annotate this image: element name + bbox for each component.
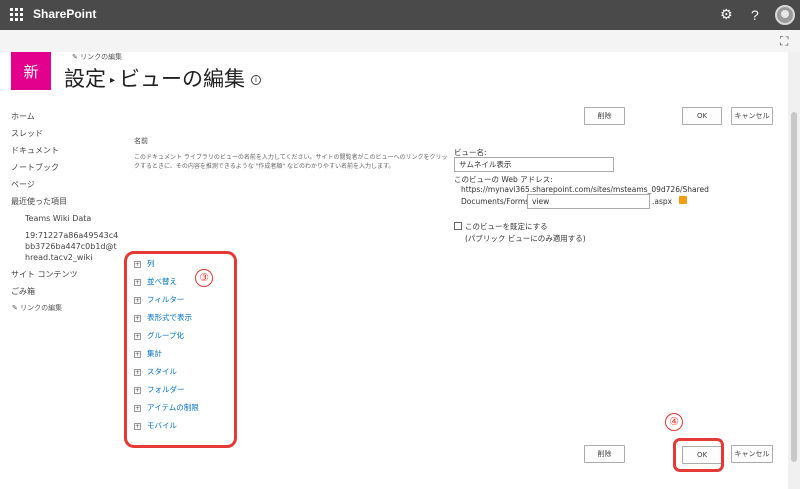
rss-icon[interactable]: [679, 196, 687, 204]
breadcrumb-separator-icon: ▸: [110, 74, 116, 86]
name-section-description: このドキュメント ライブラリのビューの名前を入力してください。サイトの閲覧者がこ…: [134, 154, 448, 170]
breadcrumb-current: ビューの編集: [119, 67, 246, 91]
annotation-step3: ③: [195, 269, 213, 287]
ok-button-top[interactable]: OK: [682, 107, 722, 125]
edit-links-top[interactable]: ✎ リンクの編集: [72, 52, 122, 62]
pencil-icon: ✎: [12, 304, 18, 312]
left-navigation: ホーム スレッド ドキュメント ノートブック ページ 最近使った項目 Teams…: [11, 108, 121, 300]
gear-icon[interactable]: ⚙: [720, 6, 733, 24]
nav-item-recycle-bin[interactable]: ごみ箱: [11, 283, 121, 300]
command-bar: [0, 30, 800, 52]
url-prefix: Documents/Forms/: [461, 197, 532, 206]
name-section-label: 名前: [134, 137, 148, 145]
nav-item-site-contents[interactable]: サイト コンテンツ: [11, 266, 121, 283]
help-icon[interactable]: ?: [751, 6, 759, 24]
nav-item-documents[interactable]: ドキュメント: [11, 142, 121, 159]
web-address-label: このビューの Web アドレス:: [454, 175, 553, 184]
focus-mode-icon[interactable]: ⛶: [780, 34, 788, 49]
info-icon[interactable]: i: [251, 75, 262, 85]
delete-button-bottom[interactable]: 削除: [584, 445, 625, 463]
pencil-icon: ✎: [72, 53, 78, 61]
default-view-note: (パブリック ビューにのみ適用する): [465, 234, 586, 243]
nav-item-home[interactable]: ホーム: [11, 108, 121, 125]
delete-button-top[interactable]: 削除: [584, 107, 625, 125]
default-view-label[interactable]: このビューを既定にする: [465, 221, 548, 232]
nav-item-thread-wiki[interactable]: 19:71227a86a49543c4bb3726ba447c0b1d@thre…: [11, 227, 121, 266]
brand-name[interactable]: SharePoint: [33, 7, 96, 21]
page-title: 設定 ▸ ビューの編集 i: [64, 63, 262, 93]
url-input[interactable]: view: [527, 194, 650, 209]
nav-item-teams-wiki-data[interactable]: Teams Wiki Data: [11, 210, 121, 227]
nav-item-pages[interactable]: ページ: [11, 176, 121, 193]
annotation-highlight-sections: [124, 251, 237, 448]
nav-item-recent[interactable]: 最近使った項目: [11, 193, 121, 210]
annotation-step4: ④: [665, 413, 683, 431]
cancel-button-top[interactable]: キャンセル: [731, 107, 773, 125]
site-logo-text: 新: [23, 62, 39, 81]
url-line1: https://mynavi365.sharepoint.com/sites/m…: [461, 185, 709, 194]
avatar[interactable]: [775, 5, 795, 25]
site-logo[interactable]: 新: [11, 52, 51, 90]
cancel-button-bottom[interactable]: キャンセル: [731, 445, 773, 463]
scrollbar[interactable]: [788, 52, 800, 489]
view-name-input[interactable]: サムネイル表示: [454, 157, 614, 172]
edit-links-label: リンクの編集: [80, 53, 123, 61]
scrollbar-thumb[interactable]: [791, 112, 797, 462]
edit-links-nav[interactable]: ✎ リンクの編集: [12, 303, 62, 313]
app-launcher-icon[interactable]: [10, 8, 24, 22]
annotation-highlight-ok: [673, 438, 724, 472]
nav-item-threads[interactable]: スレッド: [11, 125, 121, 142]
suite-bar: SharePoint ⚙ ?: [0, 0, 800, 30]
url-suffix: .aspx: [652, 197, 673, 206]
default-view-checkbox[interactable]: [454, 222, 462, 230]
nav-item-notebook[interactable]: ノートブック: [11, 159, 121, 176]
breadcrumb-settings[interactable]: 設定: [64, 67, 106, 91]
edit-links-nav-label: リンクの編集: [20, 304, 63, 312]
